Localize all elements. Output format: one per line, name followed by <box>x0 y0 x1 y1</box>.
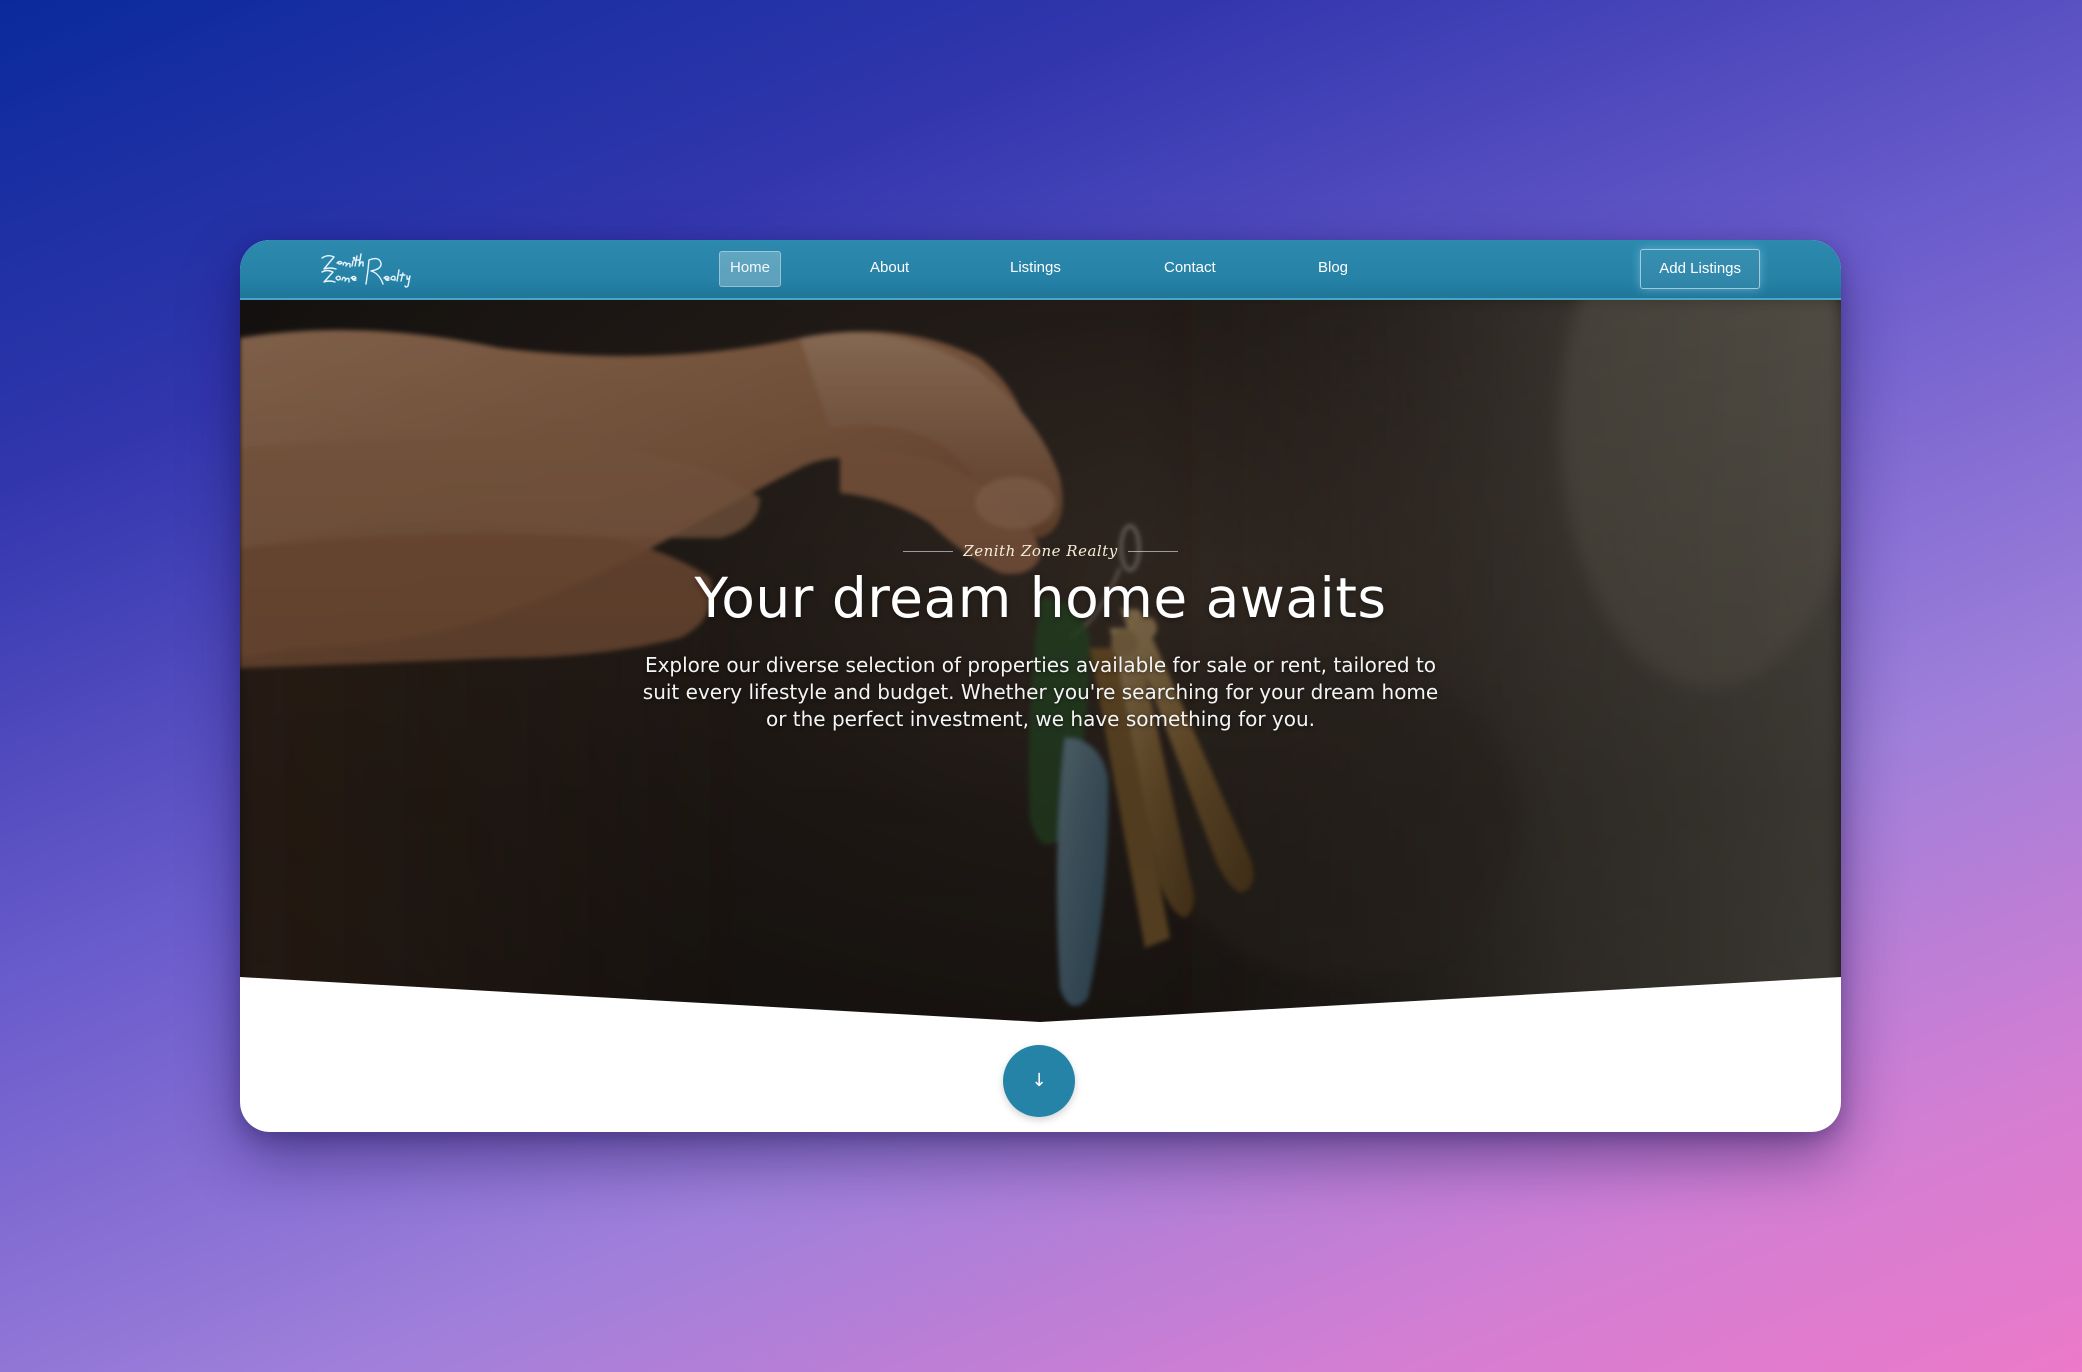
tagline-divider-left <box>903 550 954 552</box>
add-listings-button[interactable]: Add Listings <box>1640 249 1760 289</box>
hero-content: Zenith Zone Realty Your dream home await… <box>240 538 1841 733</box>
tagline-divider-right <box>1127 550 1178 552</box>
nav-link-home[interactable]: Home <box>719 251 782 287</box>
nav-link-blog[interactable]: Blog <box>1308 251 1358 285</box>
nav-links: Home About Listings Contact Blog <box>240 240 1841 298</box>
browser-window: Home About Listings Contact Blog Add Lis… <box>240 240 1841 1132</box>
navbar: Home About Listings Contact Blog Add Lis… <box>240 240 1841 300</box>
arrow-down-icon: ↓ <box>1031 1070 1047 1091</box>
hero-tagline: Zenith Zone Realty <box>963 542 1118 560</box>
hero-title: Your dream home awaits <box>694 566 1387 630</box>
hero-description: Explore our diverse selection of propert… <box>642 653 1439 731</box>
nav-link-about[interactable]: About <box>860 251 919 285</box>
scroll-down-button[interactable]: ↓ <box>1003 1045 1075 1117</box>
nav-link-contact[interactable]: Contact <box>1154 251 1226 285</box>
tagline-row: Zenith Zone Realty <box>240 538 1841 564</box>
nav-link-listings[interactable]: Listings <box>1000 251 1071 285</box>
hero-section: Zenith Zone Realty Your dream home await… <box>240 298 1841 1132</box>
